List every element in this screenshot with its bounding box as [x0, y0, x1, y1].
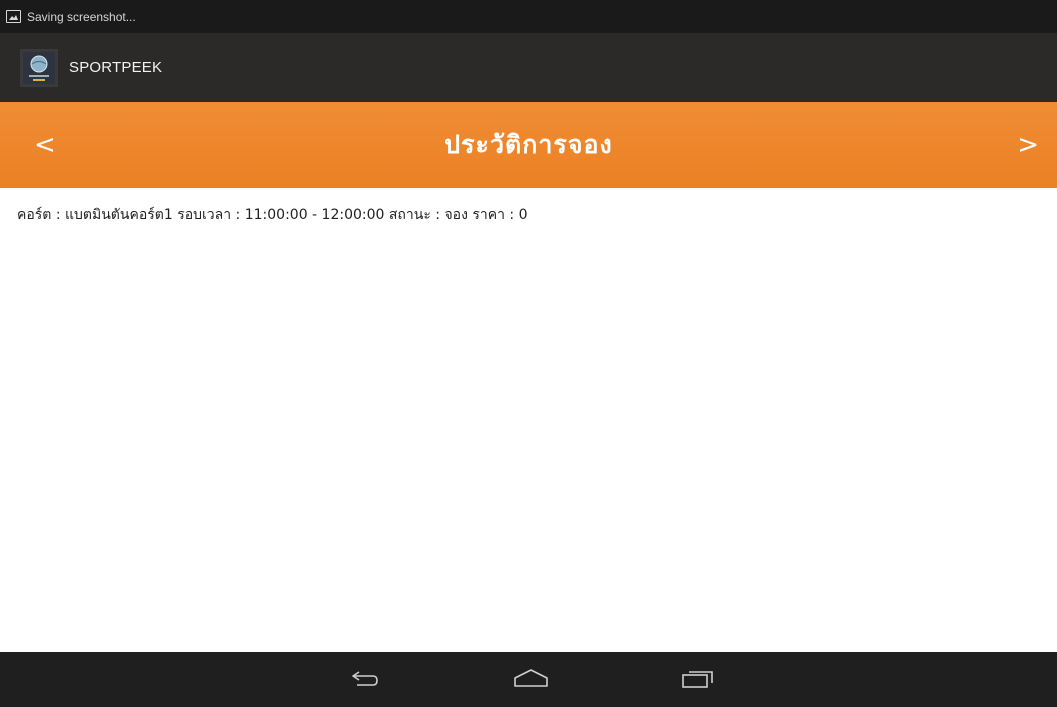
page-header: < ประวัติการจอง >: [0, 102, 1057, 188]
app-title: SPORTPEEK: [69, 59, 163, 76]
screen: Saving screenshot... SPORTPEEK < ประวัติ…: [0, 0, 1057, 707]
home-icon[interactable]: [511, 664, 551, 694]
recent-apps-icon[interactable]: [678, 664, 718, 694]
action-bar: SPORTPEEK: [0, 33, 1057, 102]
booking-history-list: คอร์ต : แบตมินตันคอร์ต1 รอบเวลา : 11:00:…: [0, 188, 1057, 652]
system-nav-bar: [0, 652, 1057, 707]
previous-button[interactable]: <: [34, 132, 56, 158]
next-button[interactable]: >: [1017, 132, 1039, 158]
back-icon[interactable]: [345, 664, 385, 694]
status-bar: Saving screenshot...: [0, 0, 1057, 33]
page-title: ประวัติการจอง: [444, 130, 613, 159]
status-notification-text: Saving screenshot...: [27, 9, 136, 24]
app-logo-icon[interactable]: [20, 48, 58, 87]
picture-icon: [6, 10, 21, 23]
list-item[interactable]: คอร์ต : แบตมินตันคอร์ต1 รอบเวลา : 11:00:…: [17, 204, 528, 226]
